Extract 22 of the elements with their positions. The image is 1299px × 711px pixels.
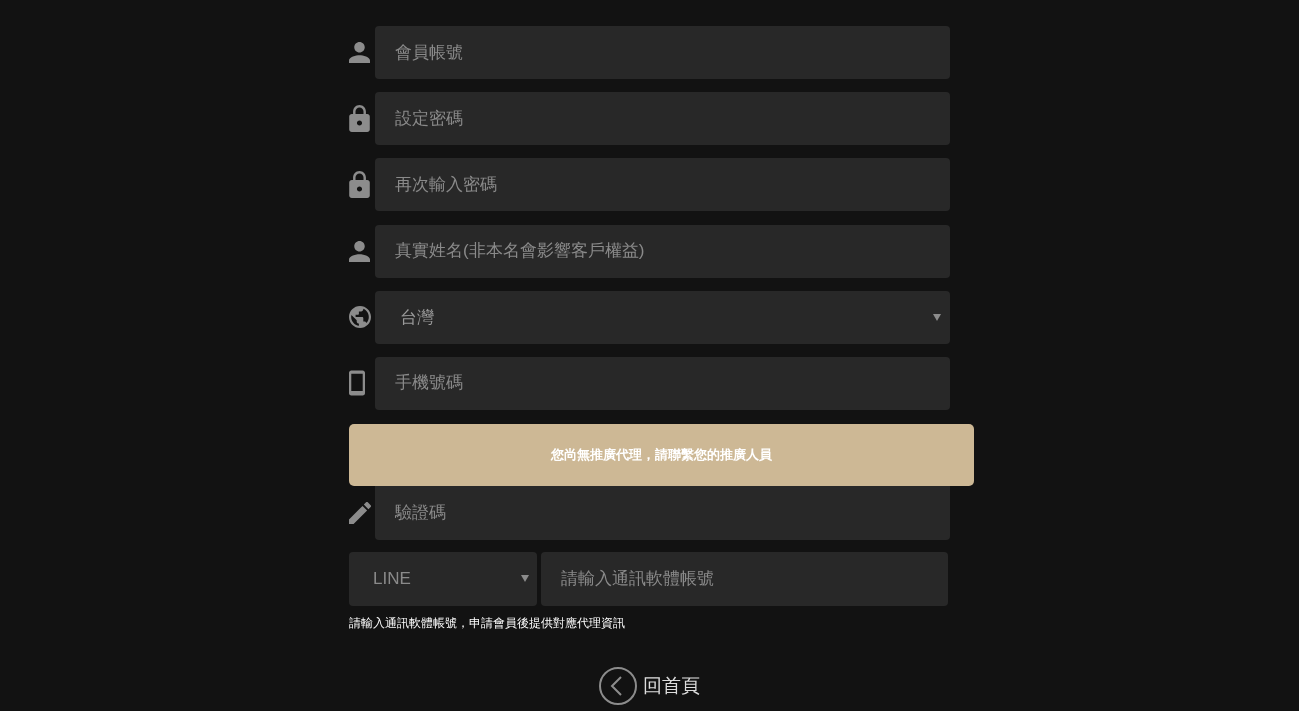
smartphone-icon [349, 369, 365, 398]
chevron-left-circle-icon [599, 666, 637, 705]
caret-icon [933, 313, 941, 321]
lock-icon [349, 105, 370, 133]
messenger-select[interactable]: LINE [349, 551, 537, 606]
password-input[interactable]: 再次輸入密碼 [375, 158, 950, 212]
phone-input[interactable]: 手機號碼 [375, 356, 950, 410]
captcha-input[interactable]: 驗證碼 [375, 485, 950, 540]
pencil-icon [349, 501, 371, 524]
person-icon [349, 240, 370, 262]
lock-icon [349, 171, 370, 199]
back-home-link[interactable]: 回首頁 [599, 666, 700, 705]
globe-icon [349, 306, 371, 329]
text-input[interactable]: 會員帳號 [375, 26, 950, 79]
person-icon [349, 42, 370, 63]
caret-icon [521, 575, 529, 583]
hint-text: 請輸入通訊軟體帳號，申請會員後提供對應代理資訊 [349, 614, 626, 631]
text-input[interactable]: 真實姓名(非本名會影響客戶權益) [375, 224, 950, 278]
country-select[interactable]: 台灣 [375, 290, 950, 344]
messenger-account-input[interactable]: 請輸入通訊軟體帳號 [541, 551, 948, 606]
password-input[interactable]: 設定密碼 [375, 92, 950, 146]
notice-banner: 您尚無推廣代理，請聯繫您的推廣人員 [349, 423, 974, 486]
